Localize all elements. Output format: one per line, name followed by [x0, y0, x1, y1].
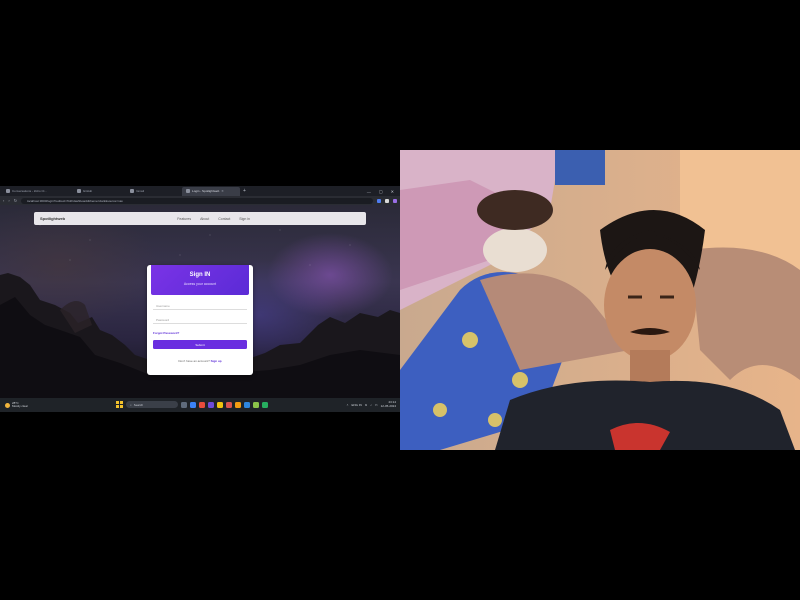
- nav-link[interactable]: About: [200, 217, 209, 221]
- login-card-header: Sign IN Access your account: [151, 265, 249, 295]
- extension-icon[interactable]: [385, 198, 389, 203]
- close-tab-icon[interactable]: ✕: [221, 189, 224, 193]
- tab-favicon-icon: [76, 189, 81, 193]
- chrome-icon[interactable]: [199, 401, 205, 408]
- forward-button[interactable]: ›: [8, 198, 9, 203]
- window-controls: — ▢ ✕: [367, 189, 400, 194]
- login-subtitle: Access your account: [183, 282, 217, 286]
- tray-language[interactable]: ENG IN: [351, 403, 361, 407]
- signup-row: Don't have an account? Sign up: [147, 359, 253, 363]
- username-input[interactable]: Username: [153, 302, 247, 310]
- tab-favicon-icon: [186, 189, 191, 193]
- weather-sun-icon: [5, 402, 10, 408]
- browser-tab[interactable]: Conversations - Zoho Cl...: [2, 187, 51, 196]
- wifi-icon[interactable]: ≋: [365, 403, 368, 407]
- signup-prompt: Don't have an account?: [178, 359, 210, 363]
- app-icon[interactable]: [208, 401, 214, 408]
- password-input[interactable]: Password: [153, 316, 247, 324]
- nav-link[interactable]: Sign in: [239, 217, 250, 221]
- browser-tab-bar: Conversations - Zoho Cl... GitHub Gmail …: [0, 186, 400, 196]
- chevron-up-icon[interactable]: ˄: [347, 403, 349, 407]
- weather-text: Mostly clear: [12, 404, 29, 408]
- file-explorer-icon[interactable]: [217, 401, 223, 408]
- browser-toolbar: ‹ › ↻ localhost:3000/login?redirect=%2Fd…: [0, 196, 400, 205]
- maximize-button[interactable]: ▢: [379, 189, 383, 194]
- tab-label: Login - Spotlightweb: [192, 189, 220, 193]
- windows-taskbar: 28°C Mostly clear ⌕ Search ˄ ENG IN ≋ ♪ …: [0, 398, 400, 412]
- nav-link[interactable]: Features: [177, 217, 191, 221]
- nav-link[interactable]: Contact: [218, 217, 230, 221]
- recording-frame: Conversations - Zoho Cl... GitHub Gmail …: [0, 0, 800, 600]
- minimize-button[interactable]: —: [367, 189, 371, 194]
- tab-label: GitHub: [82, 189, 93, 193]
- search-icon: ⌕: [130, 402, 132, 407]
- back-button[interactable]: ‹: [3, 198, 4, 203]
- tab-label: Conversations - Zoho Cl...: [12, 189, 47, 193]
- site-nav-links: Features About Contact Sign in: [177, 217, 250, 221]
- edge-icon[interactable]: [190, 401, 196, 408]
- system-tray: ˄ ENG IN ≋ ♪ ▭ 23:14 12-05-2024: [347, 400, 396, 408]
- close-window-button[interactable]: ✕: [391, 189, 394, 194]
- site-navbar: Spotlightweb Features About Contact Sign…: [34, 212, 366, 225]
- tab-label: Gmail: [136, 189, 145, 193]
- vscode-icon[interactable]: [244, 401, 250, 408]
- search-placeholder: Search: [133, 402, 144, 407]
- screen-capture: Conversations - Zoho Cl... GitHub Gmail …: [0, 186, 400, 412]
- start-icon[interactable]: [116, 401, 123, 408]
- address-bar[interactable]: localhost:3000/login?redirect=%2Fdashboa…: [21, 197, 373, 204]
- weather-widget[interactable]: 28°C Mostly clear: [0, 401, 29, 409]
- clock[interactable]: 23:14 12-05-2024: [380, 400, 396, 408]
- task-view-icon[interactable]: [181, 401, 187, 408]
- app-icon[interactable]: [226, 401, 232, 408]
- taskbar-apps: ⌕ Search: [116, 401, 268, 408]
- web-page: Spotlightweb Features About Contact Sign…: [0, 205, 400, 398]
- app-icon[interactable]: [262, 401, 268, 408]
- taskbar-search[interactable]: ⌕ Search: [126, 401, 178, 408]
- battery-icon[interactable]: ▭: [375, 403, 378, 407]
- extension-icon[interactable]: [377, 198, 381, 203]
- site-brand[interactable]: Spotlightweb: [40, 216, 65, 221]
- new-tab-button[interactable]: +: [243, 188, 246, 194]
- browser-tab-active[interactable]: Login - Spotlightweb ✕: [182, 186, 241, 196]
- reload-button[interactable]: ↻: [14, 198, 17, 203]
- login-card: Sign IN Access your account Username Pas…: [147, 265, 253, 375]
- signup-link[interactable]: Sign up: [211, 359, 222, 363]
- app-icon[interactable]: [235, 401, 241, 408]
- browser-tab[interactable]: Gmail: [126, 187, 148, 196]
- volume-icon[interactable]: ♪: [370, 403, 372, 407]
- app-icon[interactable]: [253, 401, 259, 408]
- tab-favicon-icon: [130, 189, 135, 193]
- submit-button[interactable]: Submit: [153, 340, 247, 349]
- tab-favicon-icon: [6, 189, 10, 193]
- forgot-password-link[interactable]: Forgot Password?: [153, 331, 179, 335]
- browser-tab[interactable]: GitHub: [73, 187, 96, 196]
- clock-date: 12-05-2024: [380, 403, 396, 408]
- login-title: Sign IN: [189, 272, 211, 278]
- profile-avatar[interactable]: [393, 198, 397, 203]
- webcam-feed: [400, 150, 800, 450]
